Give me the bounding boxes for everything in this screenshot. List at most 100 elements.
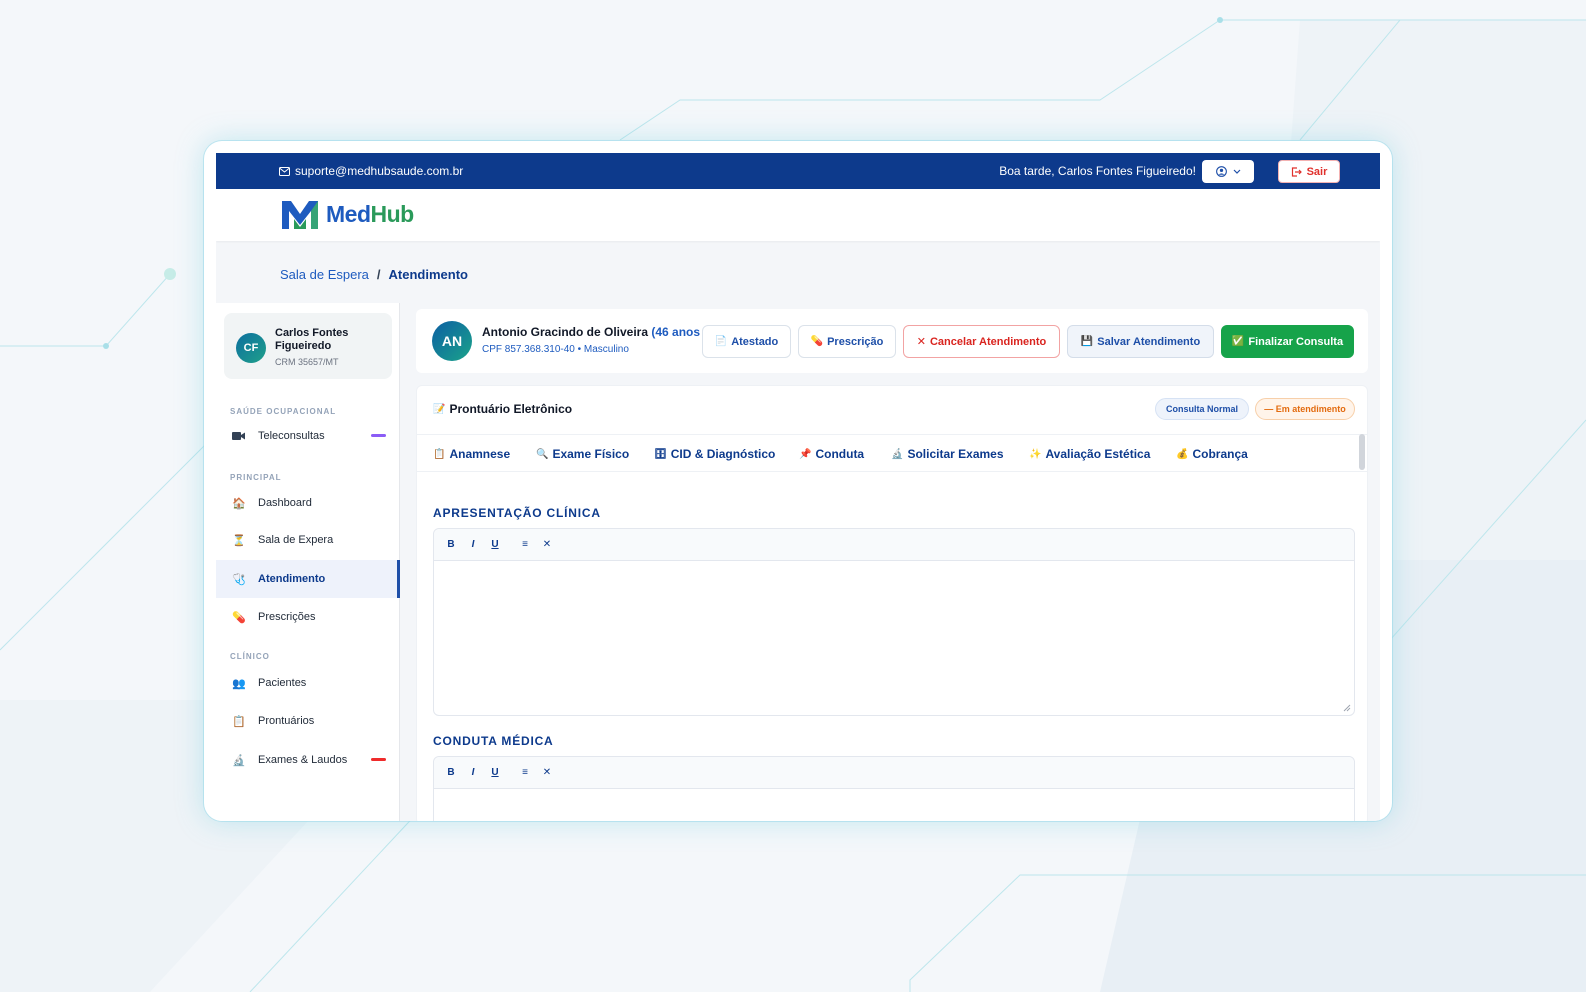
sidebar-item-pacientes[interactable]: 👥 Pacientes (216, 665, 400, 701)
microscope-icon: 🔬 (232, 754, 246, 767)
app-viewport: suporte@medhubsaude.com.br Boa tarde, Ca… (216, 153, 1380, 821)
clear-format-button[interactable]: ✕ (542, 767, 552, 778)
sidebar-item-prontuarios[interactable]: 📋 Prontuários (216, 703, 400, 739)
editor-toolbar: B I U ≡ ✕ (434, 757, 1354, 789)
tab-label: CID & Diagnóstico (670, 447, 776, 461)
section-label-saude-ocupacional: SAÚDE OCUPACIONAL (230, 407, 337, 416)
tab-cid-diagnostico[interactable]: 🗄 CID & Diagnóstico (654, 447, 775, 461)
resize-handle-icon[interactable] (1343, 704, 1351, 712)
field-label-conduta-medica: CONDUTA MÉDICA (433, 734, 554, 748)
user-menu-button[interactable] (1202, 160, 1254, 183)
tab-cobranca[interactable]: 💰 Cobrança (1176, 447, 1248, 461)
cancel-appointment-button[interactable]: ✕ Cancelar Atendimento (903, 325, 1060, 358)
list-button[interactable]: ≡ (520, 539, 530, 550)
app-window: suporte@medhubsaude.com.br Boa tarde, Ca… (204, 141, 1392, 821)
doctor-name: Carlos Fontes Figueiredo (275, 327, 349, 352)
exames-indicator (371, 758, 386, 761)
tab-label: Exame Físico (552, 447, 630, 461)
conduta-medica-editor[interactable]: B I U ≡ ✕ (433, 756, 1355, 821)
atestado-button[interactable]: 📄 Atestado (702, 325, 791, 358)
save-appointment-button[interactable]: 💾 Salvar Atendimento (1067, 325, 1214, 358)
medhub-logo-icon (282, 201, 318, 229)
logout-icon (1291, 166, 1302, 177)
tab-avaliacao-estetica[interactable]: ✨ Avaliação Estética (1029, 447, 1150, 461)
video-icon (232, 429, 246, 443)
tab-label: Anamnese (449, 447, 511, 461)
brand-logo[interactable]: MedHub (280, 197, 414, 231)
section-label-principal: PRINCIPAL (230, 473, 282, 482)
prescricao-label: Prescrição (827, 335, 884, 348)
support-email[interactable]: suporte@medhubsaude.com.br (279, 164, 463, 178)
check-icon: ✅ (1231, 336, 1245, 347)
bold-button[interactable]: B (446, 767, 456, 778)
underline-button[interactable]: U (490, 539, 500, 550)
top-bar: suporte@medhubsaude.com.br Boa tarde, Ca… (216, 153, 1380, 189)
breadcrumb-current: Atendimento (388, 267, 468, 282)
sidebar-item-label: Prescrições (258, 611, 316, 623)
tab-label: Avaliação Estética (1045, 447, 1151, 461)
finish-consultation-button[interactable]: ✅ Finalizar Consulta (1221, 325, 1354, 358)
conduta-medica-text[interactable] (434, 789, 1354, 821)
hourglass-icon: ⏳ (232, 534, 246, 547)
pill-icon: 💊 (232, 611, 246, 624)
doctor-card[interactable]: CF Carlos Fontes Figueiredo CRM 35657/MT (224, 313, 392, 379)
floppy-disk-icon: 💾 (1080, 336, 1094, 347)
sidebar-item-sala-de-expera[interactable]: ⏳ Sala de Expera (216, 522, 400, 558)
magnifier-icon: 🔍 (536, 448, 549, 460)
sparkles-icon: ✨ (1029, 448, 1042, 460)
tab-exame-fisico[interactable]: 🔍 Exame Físico (536, 447, 629, 461)
pushpin-icon: 📌 (799, 448, 812, 460)
user-circle-icon (1215, 166, 1227, 177)
list-button[interactable]: ≡ (520, 767, 530, 778)
sidebar-item-label: Exames & Laudos (258, 754, 348, 766)
patient-details: CPF 857.368.310-40 • Masculino (482, 344, 629, 355)
logout-button[interactable]: Sair (1278, 160, 1340, 183)
apresentacao-clinica-editor[interactable]: B I U ≡ ✕ (433, 528, 1355, 716)
brand-name-part1: Med (326, 200, 371, 227)
sidebar-item-atendimento[interactable]: 🩺 Atendimento (216, 560, 400, 598)
patient-header: AN Antonio Gracindo de Oliveira (46 anos… (416, 309, 1368, 373)
italic-button[interactable]: I (468, 767, 478, 778)
underline-button[interactable]: U (490, 767, 500, 778)
patient-avatar: AN (432, 321, 472, 361)
breadcrumb-parent[interactable]: Sala de Espera (280, 267, 369, 282)
memo-icon: 📝 (433, 403, 446, 415)
tab-label: Cobrança (1192, 447, 1248, 461)
prescricao-button[interactable]: 💊 Prescrição (798, 325, 896, 358)
sidebar-item-exames-laudos[interactable]: 🔬 Exames & Laudos (216, 742, 400, 778)
tabs-scrollbar[interactable] (1359, 434, 1365, 470)
record-title-text: Prontuário Eletrônico (449, 402, 573, 416)
home-icon: 🏠 (232, 497, 246, 510)
status-badge: — Em atendimento (1255, 398, 1355, 420)
microscope-icon: 🔬 (891, 448, 904, 460)
close-icon: ✕ (916, 336, 926, 348)
teleconsultas-indicator (371, 434, 386, 437)
sidebar-item-label: Sala de Expera (258, 534, 334, 546)
doctor-crm: CRM 35657/MT (275, 357, 339, 367)
mail-icon (279, 166, 290, 176)
tab-conduta[interactable]: 📌 Conduta (799, 447, 864, 461)
apresentacao-clinica-text[interactable] (434, 561, 1354, 711)
tab-solicitar-exames[interactable]: 🔬 Solicitar Exames (891, 447, 1004, 461)
sidebar-item-label: Atendimento (258, 573, 326, 585)
sidebar-item-prescricoes[interactable]: 💊 Prescrições (216, 599, 400, 635)
header: MedHub (216, 189, 1380, 241)
logout-label: Sair (1306, 165, 1328, 178)
tab-anamnese[interactable]: 📋 Anamnese (433, 447, 510, 461)
cancel-label: Cancelar Atendimento (929, 335, 1047, 348)
file-cabinet-icon: 🗄 (654, 448, 667, 460)
record-tabs: 📋 Anamnese 🔍 Exame Físico 🗄 CID & Diagnó… (417, 434, 1367, 472)
support-email-text: suporte@medhubsaude.com.br (295, 164, 464, 178)
tab-label: Conduta (815, 447, 865, 461)
italic-button[interactable]: I (468, 539, 478, 550)
greeting: Boa tarde, Carlos Fontes Figueiredo! (999, 164, 1196, 178)
sidebar-item-label: Pacientes (258, 677, 307, 689)
clear-format-button[interactable]: ✕ (542, 539, 552, 550)
sidebar-item-dashboard[interactable]: 🏠 Dashboard (216, 485, 400, 521)
tab-label: Solicitar Exames (907, 447, 1004, 461)
sidebar-item-teleconsultas[interactable]: Teleconsultas (216, 418, 400, 454)
chevron-down-icon (1233, 169, 1240, 174)
bold-button[interactable]: B (446, 539, 456, 550)
finish-label: Finalizar Consulta (1248, 335, 1344, 348)
brand-name-part2: Hub (370, 200, 415, 227)
